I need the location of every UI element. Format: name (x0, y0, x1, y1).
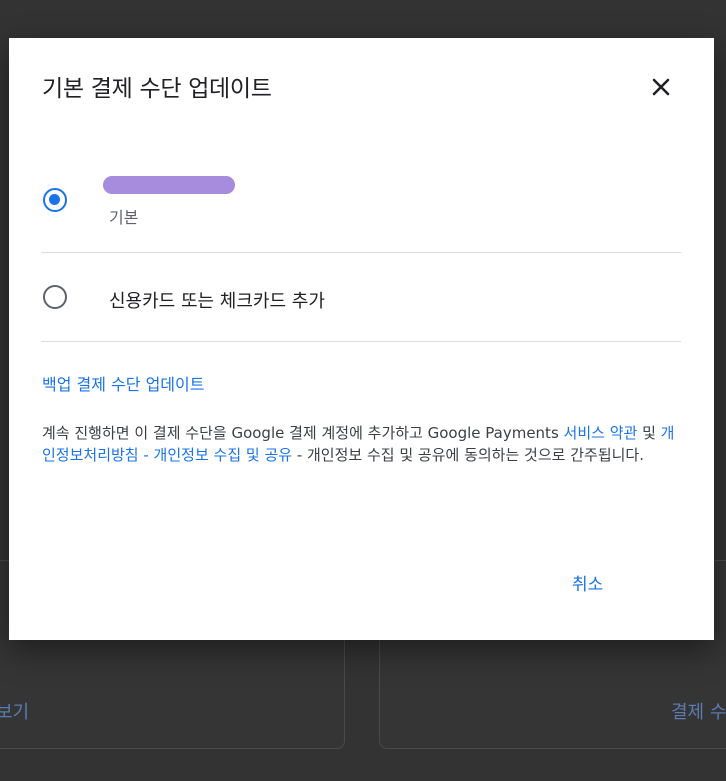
terms-text-part: - 개인정보 수집 및 공유에 동의하는 것으로 간주됩니다. (292, 446, 644, 464)
radio-selected-icon[interactable] (43, 188, 67, 212)
terms-text-part: 계속 진행하면 이 결제 수단을 Google 결제 계정에 추가하고 Goog… (42, 424, 564, 442)
background-payment-link: 결제 수 (671, 702, 726, 723)
close-icon[interactable] (645, 71, 677, 103)
payment-option-add-card[interactable]: 신용카드 또는 체크카드 추가 (41, 253, 681, 342)
terms-text: 계속 진행하면 이 결제 수단을 Google 결제 계정에 추가하고 Goog… (42, 422, 682, 466)
dialog-title: 기본 결제 수단 업데이트 (42, 76, 272, 102)
redaction-mark (103, 176, 235, 194)
payment-option-existing-card[interactable]: 기본 (41, 168, 681, 253)
terms-of-service-link[interactable]: 서비스 약관 (564, 424, 638, 442)
background-view-link: 보기 (0, 702, 30, 723)
card-default-label: 기본 (109, 208, 139, 227)
cancel-button[interactable]: 취소 (566, 566, 609, 599)
terms-text-part: 및 (637, 424, 661, 442)
add-card-label: 신용카드 또는 체크카드 추가 (109, 291, 325, 312)
radio-unselected-icon[interactable] (43, 285, 67, 309)
backup-payment-link[interactable]: 백업 결제 수단 업데이트 (42, 371, 204, 395)
update-payment-dialog: 기본 결제 수단 업데이트 기본 신용카드 또는 체크카드 추가 백업 결제 수… (9, 38, 714, 640)
